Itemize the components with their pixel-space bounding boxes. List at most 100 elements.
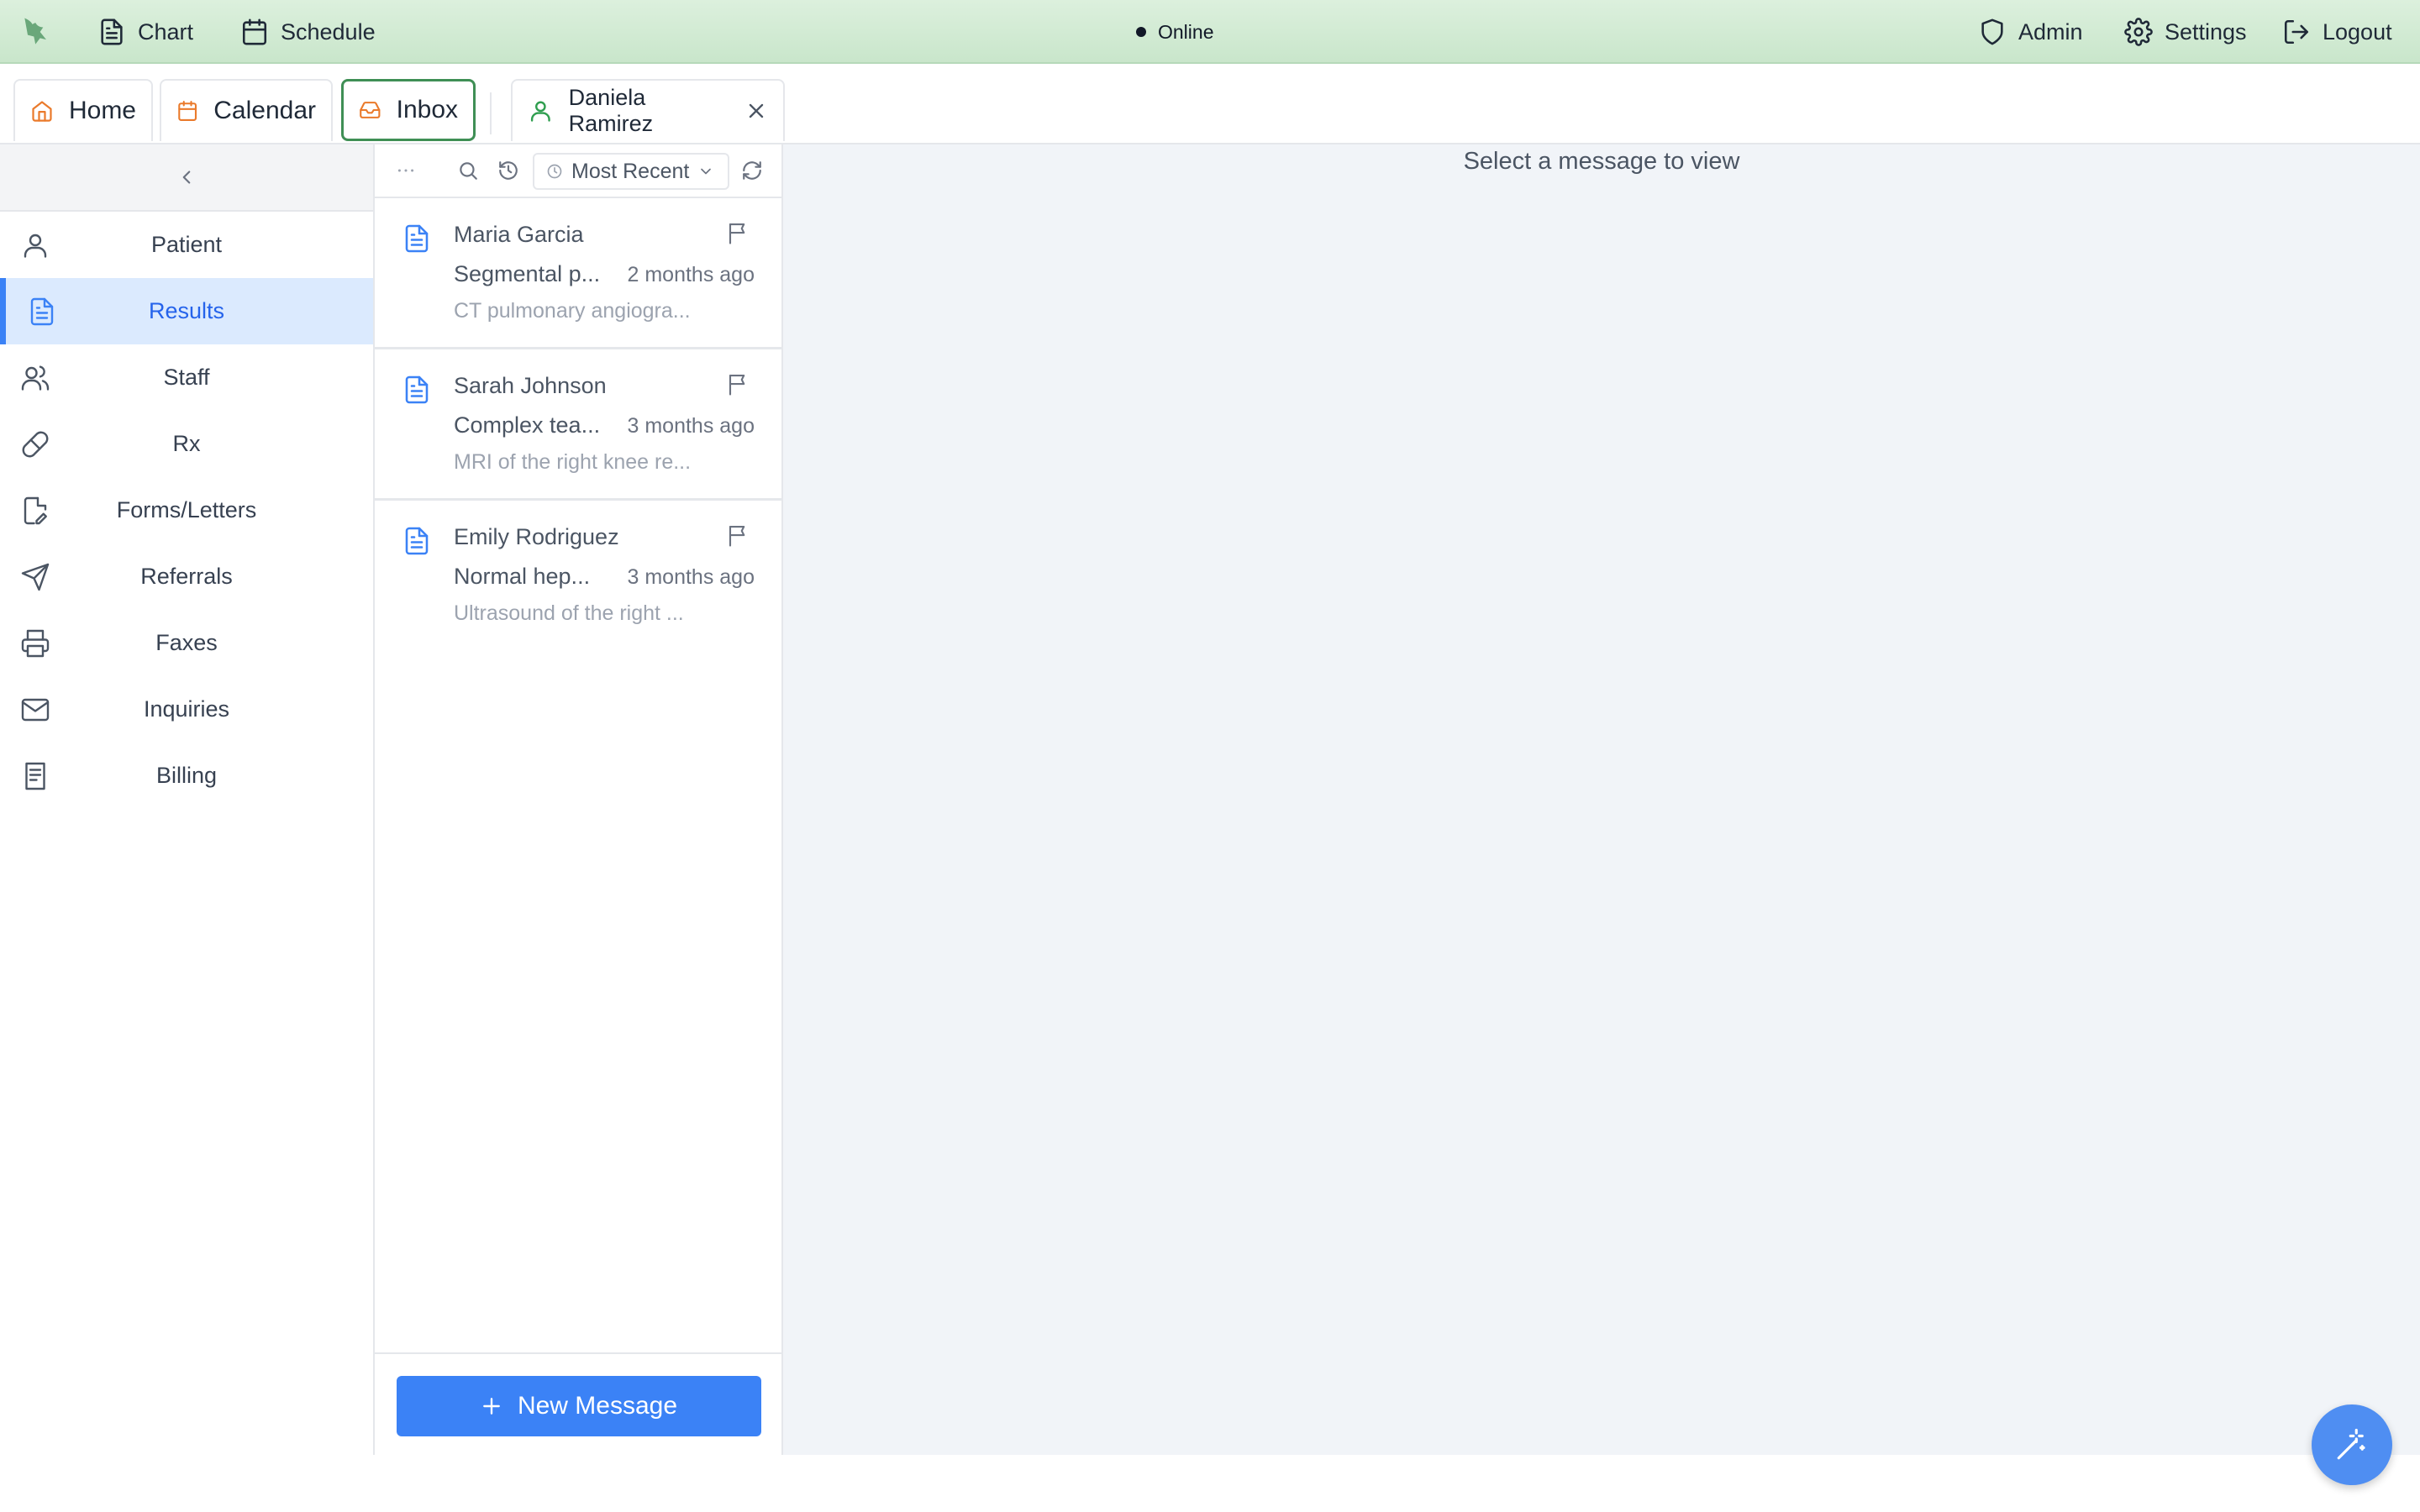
chevron-left-icon — [182, 171, 191, 184]
sidebar-item-label: Forms/Letters — [116, 497, 257, 522]
sidebar-item-forms-letters[interactable]: Forms/Letters — [0, 477, 373, 543]
tab-home[interactable]: Home — [13, 79, 153, 141]
nav-chart[interactable]: Chart — [97, 0, 193, 64]
new-message-button[interactable]: New Message — [397, 1376, 761, 1436]
search-icon[interactable] — [455, 158, 481, 183]
message-toolbar: Most Recent — [375, 144, 781, 198]
message-time: 3 months ago — [627, 414, 755, 438]
status-label: Online — [1158, 20, 1214, 43]
message-subject: Segmental p... — [454, 261, 601, 286]
sidebar-item-rx[interactable]: Rx — [0, 411, 373, 477]
flag-icon[interactable] — [726, 220, 751, 245]
sidebar-item-results[interactable]: Results — [0, 278, 373, 344]
sidebar-item-label: Staff — [163, 365, 210, 390]
message-preview: CT pulmonary angiogra... — [454, 299, 691, 323]
document-icon — [405, 527, 429, 555]
sidebar-item-patient[interactable]: Patient — [0, 212, 373, 278]
nav-settings-label: Settings — [2165, 18, 2247, 45]
message-time: 2 months ago — [627, 263, 755, 286]
message-sender: Maria Garcia — [454, 222, 584, 247]
nav-schedule-label: Schedule — [281, 18, 376, 45]
message-list-footer: New Message — [375, 1352, 781, 1455]
connection-status: Online — [1136, 0, 1213, 64]
gear-icon — [2124, 18, 2153, 46]
app-logo-icon[interactable] — [18, 13, 55, 50]
mail-icon — [18, 693, 52, 727]
status-dot-icon — [1136, 27, 1146, 37]
tab-calendar-label: Calendar — [213, 97, 316, 124]
nav-schedule[interactable]: Schedule — [240, 0, 376, 64]
clock-icon — [547, 164, 562, 179]
flag-icon[interactable] — [726, 522, 751, 548]
message-subject: Complex tea... — [454, 412, 601, 438]
sidebar-item-billing[interactable]: Billing — [0, 743, 373, 809]
document-icon — [25, 295, 59, 328]
flag-icon[interactable] — [726, 371, 751, 396]
message-sender: Emily Rodriguez — [454, 524, 619, 549]
nav-logout-label: Logout — [2323, 18, 2392, 45]
message-list-panel: Most Recent Maria Garcia Segmental p... … — [375, 144, 783, 1455]
receipt-icon — [18, 759, 52, 793]
sidebar-item-faxes[interactable]: Faxes — [0, 610, 373, 676]
nav-settings[interactable]: Settings — [2124, 0, 2247, 64]
message-list-item[interactable]: Sarah Johnson Complex tea... 3 months ag… — [375, 349, 781, 501]
sidebar-item-label: Billing — [155, 763, 218, 788]
message-time: 3 months ago — [627, 565, 755, 589]
tab-inbox-label: Inbox — [396, 96, 458, 123]
document-icon — [405, 375, 429, 404]
sidebar-collapse-button[interactable] — [0, 144, 373, 212]
shield-icon — [1981, 18, 2003, 45]
magic-wand-icon — [2337, 1428, 2365, 1460]
message-sender: Sarah Johnson — [454, 373, 607, 398]
message-list-item[interactable]: Emily Rodriguez Normal hep... 3 months a… — [375, 501, 781, 652]
chevron-down-icon — [701, 168, 712, 175]
logout-icon — [2284, 19, 2309, 45]
sidebar-item-label: Rx — [172, 431, 201, 456]
history-icon[interactable] — [496, 158, 521, 183]
sidebar-item-inquiries[interactable]: Inquiries — [0, 676, 373, 743]
magic-wand-button[interactable] — [2312, 1404, 2392, 1485]
calendar-icon — [242, 18, 267, 45]
plus-icon — [483, 1398, 500, 1415]
users-icon — [18, 361, 52, 395]
tab-calendar[interactable]: Calendar — [160, 79, 333, 141]
user-icon — [530, 101, 550, 122]
send-icon — [18, 560, 52, 594]
sidebar-item-label: Patient — [150, 232, 223, 257]
edit-document-icon — [18, 494, 52, 528]
printer-icon — [18, 627, 52, 660]
new-message-label: New Message — [517, 1392, 678, 1420]
sidebar-item-label: Inquiries — [143, 696, 230, 722]
tab-divider — [490, 92, 492, 134]
sort-label: Most Recent — [571, 159, 690, 183]
sidebar-item-label: Faxes — [155, 630, 218, 655]
sidebar-item-staff[interactable]: Staff — [0, 344, 373, 411]
sidebar-item-label: Referrals — [140, 564, 233, 589]
top-bar: Chart Schedule Online Admin Settings Log… — [0, 0, 2420, 64]
home-icon — [32, 101, 52, 122]
message-reading-pane: Select a message to view — [783, 144, 2420, 1455]
patient-tab-label: Daniela Ramirez — [568, 85, 654, 136]
message-preview: MRI of the right knee re... — [454, 450, 692, 474]
message-subject: Normal hep... — [454, 564, 591, 589]
nav-admin-label: Admin — [2018, 18, 2083, 45]
nav-logout[interactable]: Logout — [2282, 0, 2392, 64]
sidebar: Patient Results Staff Rx Forms/Letters R… — [0, 144, 375, 1455]
nav-admin[interactable]: Admin — [1978, 0, 2083, 64]
more-options-icon[interactable] — [393, 158, 418, 183]
close-icon[interactable] — [744, 99, 768, 123]
tab-bar: Home Calendar Inbox Daniela Ramirez — [0, 64, 2420, 144]
nav-chart-label: Chart — [138, 18, 194, 45]
file-text-icon — [101, 18, 123, 45]
inbox-icon — [360, 102, 381, 118]
sidebar-item-referrals[interactable]: Referrals — [0, 543, 373, 610]
document-icon — [405, 224, 429, 253]
refresh-icon[interactable] — [739, 158, 765, 183]
message-preview: Ultrasound of the right ... — [454, 601, 684, 625]
tab-home-label: Home — [68, 97, 136, 124]
sort-dropdown[interactable]: Most Recent — [533, 153, 729, 190]
tab-inbox[interactable]: Inbox — [341, 79, 476, 141]
message-list-item[interactable]: Maria Garcia Segmental p... 2 months ago… — [375, 198, 781, 349]
tab-patient-daniela-ramirez[interactable]: Daniela Ramirez — [511, 79, 785, 141]
empty-state-text: Select a message to view — [1463, 148, 1740, 175]
